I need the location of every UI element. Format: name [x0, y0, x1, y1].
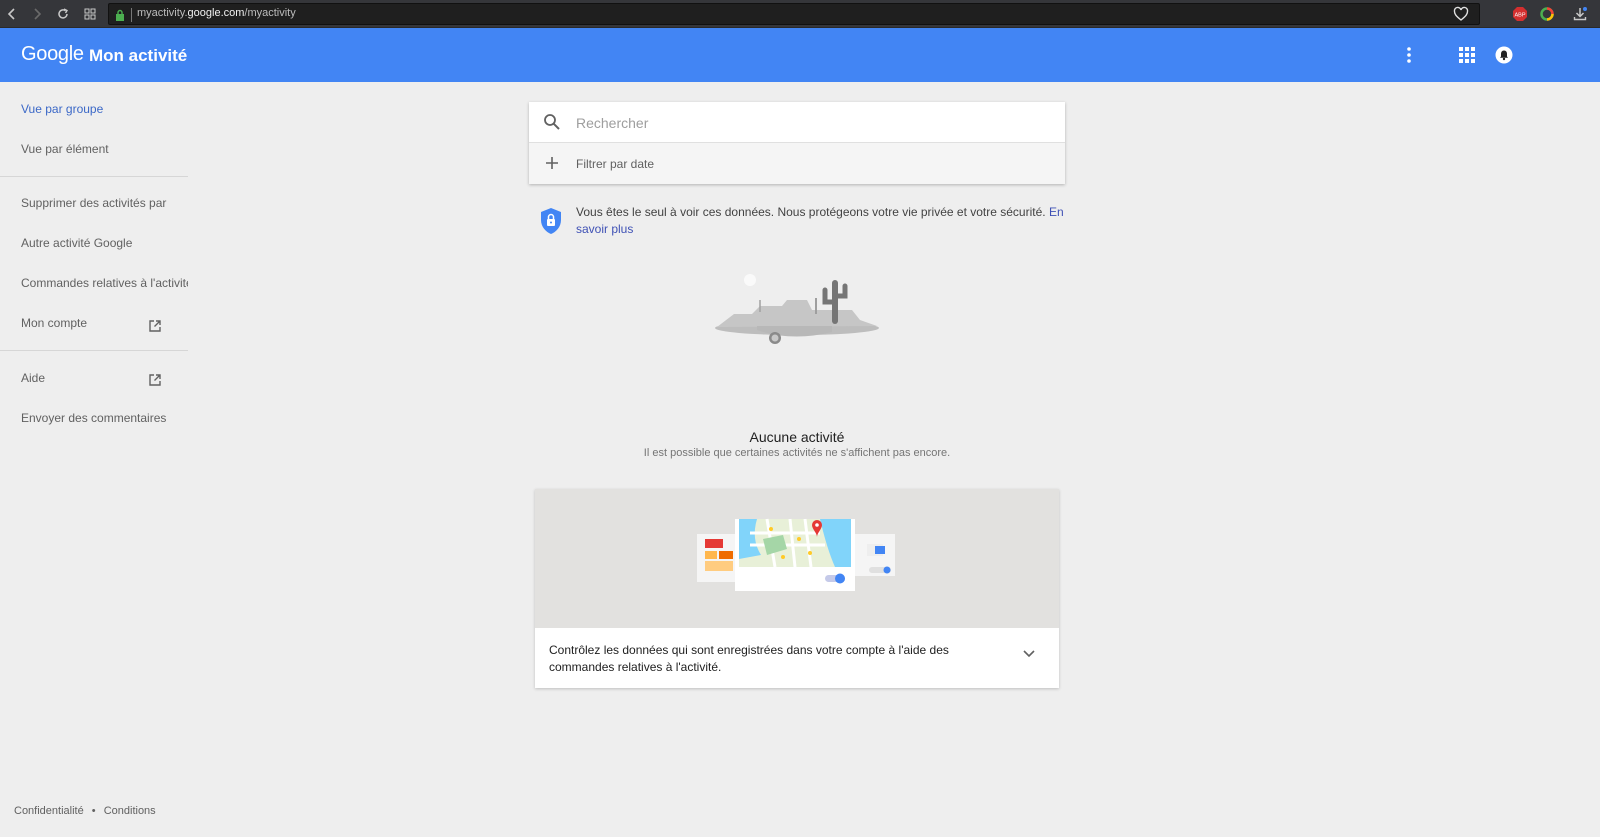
download-icon[interactable]	[1570, 4, 1590, 24]
color-ring-icon[interactable]	[1537, 4, 1557, 24]
open-in-new-icon[interactable]	[148, 319, 162, 333]
empty-state-subtitle: Il est possible que certaines activités …	[643, 447, 951, 459]
more-vert-icon[interactable]	[1397, 43, 1421, 67]
google-logo[interactable]: Google	[21, 43, 84, 66]
shield-lock-icon	[540, 207, 562, 235]
sidebar-item-help[interactable]: Aide	[21, 371, 188, 387]
sidebar-item-my-account[interactable]: Mon compte	[21, 316, 188, 332]
sidebar-divider	[0, 350, 188, 351]
sidebar-item-other-activity[interactable]: Autre activité Google	[21, 236, 188, 252]
sidebar-item-feedback[interactable]: Envoyer des commentaires	[21, 411, 188, 427]
browser-toolbar: myactivity.google.com/myactivity ABP	[0, 0, 1600, 28]
back-icon[interactable]	[2, 4, 22, 24]
terms-link[interactable]: Conditions	[104, 805, 156, 817]
filter-by-date-button[interactable]: Filtrer par date	[529, 143, 1065, 184]
empty-state-title: Aucune activité	[749, 429, 845, 445]
sidebar-item-item-view[interactable]: Vue par élément	[21, 142, 188, 158]
sidebar-item-group-view[interactable]: Vue par groupe	[21, 102, 188, 118]
footer-links: Confidentialité • Conditions	[14, 805, 161, 817]
address-bar[interactable]: myactivity.google.com/myactivity	[108, 3, 1480, 25]
search-input[interactable]: Rechercher	[529, 102, 1065, 143]
sidebar-item-activity-controls[interactable]: Commandes relatives à l'activité	[21, 276, 188, 292]
activity-controls-card[interactable]: Contrôlez les données qui sont enregistr…	[535, 489, 1059, 688]
heart-icon[interactable]	[1453, 6, 1469, 27]
privacy-notice: Vous êtes le seul à voir ces données. No…	[576, 204, 1066, 238]
privacy-link[interactable]: Confidentialité	[14, 805, 84, 817]
activity-controls-illustration	[535, 489, 1059, 628]
search-card: Rechercher Filtrer par date	[529, 102, 1065, 184]
apps-grid-icon[interactable]	[80, 4, 100, 24]
app-bar: Google Mon activité	[0, 28, 1600, 82]
page-title: Mon activité	[89, 46, 188, 65]
forward-icon[interactable]	[27, 4, 47, 24]
privacy-text: Vous êtes le seul à voir ces données. No…	[576, 205, 1049, 219]
plus-icon	[545, 156, 559, 175]
abp-icon[interactable]: ABP	[1510, 4, 1530, 24]
filter-by-date-label: Filtrer par date	[576, 157, 655, 171]
sidebar-divider	[0, 176, 188, 177]
svg-text:ABP: ABP	[1514, 13, 1525, 19]
footer-separator: •	[91, 805, 96, 817]
chevron-down-icon[interactable]	[1019, 644, 1039, 664]
notifications-bell-icon[interactable]	[1492, 43, 1516, 67]
address-separator	[131, 8, 132, 22]
apps-launcher-icon[interactable]	[1455, 43, 1479, 67]
activity-controls-text: Contrôlez les données qui sont enregistr…	[549, 643, 949, 674]
search-placeholder: Rechercher	[576, 115, 649, 131]
lock-icon	[115, 8, 125, 21]
reload-icon[interactable]	[53, 4, 73, 24]
open-in-new-icon[interactable]	[148, 373, 162, 387]
url-text: myactivity.google.com/myactivity	[137, 7, 296, 19]
sidebar-item-delete-activity[interactable]: Supprimer des activités par	[21, 196, 188, 212]
desert-illustration	[712, 270, 882, 350]
search-icon	[543, 113, 561, 136]
